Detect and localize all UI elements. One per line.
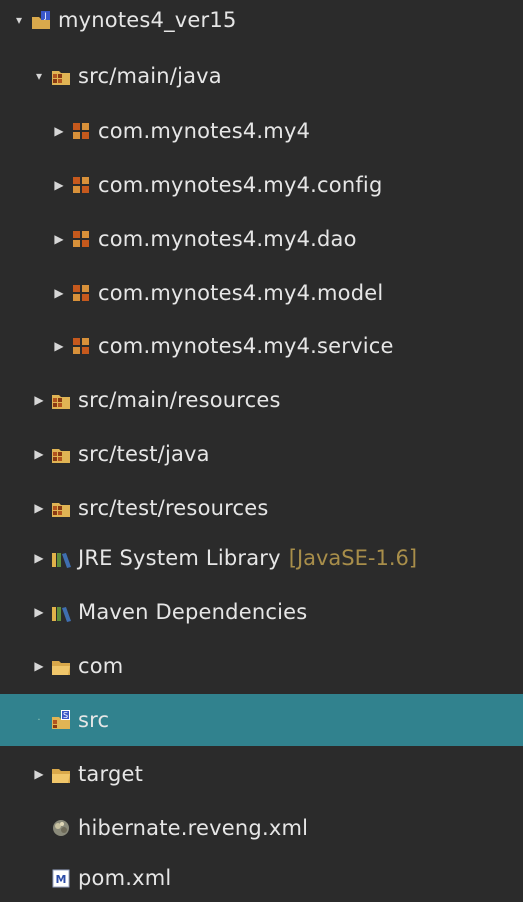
- tree-label: target: [78, 762, 144, 786]
- tree-row-pom-file[interactable]: M pom.xml: [0, 852, 523, 904]
- tree-row-com-folder[interactable]: ▶ com: [0, 640, 523, 692]
- svg-text:M: M: [56, 873, 67, 886]
- tree-label: com.mynotes4.my4.model: [98, 281, 384, 305]
- tree-label: pom.xml: [78, 866, 172, 890]
- tree-row-src-test-java[interactable]: ▶ src/test/java: [0, 428, 523, 480]
- package-icon: [73, 338, 89, 354]
- library-icon: [52, 553, 71, 568]
- source-folder-icon: [52, 71, 70, 85]
- tree-label: src: [78, 708, 110, 732]
- tree-row-src-main-resources[interactable]: ▶ src/main/resources: [0, 374, 523, 426]
- folder-icon: [52, 661, 70, 675]
- tree-label: com.mynotes4.my4.config: [98, 173, 383, 197]
- collapse-arrow-icon[interactable]: ▶: [52, 121, 66, 141]
- src-folder-icon: S: [52, 710, 70, 729]
- tree-label: Maven Dependencies: [78, 600, 308, 624]
- collapse-arrow-icon[interactable]: ▶: [52, 175, 66, 195]
- tree-row-src-main-java[interactable]: ▾ src/main/java: [0, 50, 523, 102]
- tree-row-maven-dependencies[interactable]: ▶ Maven Dependencies: [0, 586, 523, 638]
- leaf-dot-icon: ·: [37, 714, 41, 726]
- tree-row-project[interactable]: ▾ J mynotes4_ver15: [0, 0, 523, 42]
- collapse-arrow-icon[interactable]: ▶: [52, 229, 66, 249]
- package-icon: [73, 285, 89, 301]
- tree-row-src-folder[interactable]: · S src: [0, 694, 523, 746]
- collapse-arrow-icon[interactable]: ▶: [32, 602, 46, 622]
- expand-arrow-icon[interactable]: ▾: [12, 10, 26, 30]
- tree-row-package[interactable]: ▶ com.mynotes4.my4.service: [0, 320, 523, 372]
- tree-label: src/test/java: [78, 442, 210, 466]
- tree-label: JRE System Library: [78, 546, 281, 570]
- collapse-arrow-icon[interactable]: ▶: [32, 444, 46, 464]
- svg-text:S: S: [63, 711, 68, 720]
- empty-spacer: [32, 868, 46, 888]
- collapse-arrow-icon[interactable]: ▶: [52, 336, 66, 356]
- jre-version-decoration: [JavaSE-1.6]: [288, 546, 418, 570]
- tree-label: com.mynotes4.my4.dao: [98, 227, 357, 251]
- package-explorer-tree: ▾ J mynotes4_ver15 ▾ src/main/java ▶ com…: [0, 0, 523, 902]
- collapse-arrow-icon[interactable]: ▶: [32, 390, 46, 410]
- tree-label: hibernate.reveng.xml: [78, 816, 309, 840]
- expand-arrow-icon[interactable]: ▾: [32, 66, 46, 86]
- tree-row-src-test-resources[interactable]: ▶ src/test/resources: [0, 482, 523, 534]
- hibernate-file-icon: [53, 820, 69, 836]
- collapse-arrow-icon[interactable]: ▶: [32, 498, 46, 518]
- tree-row-hibernate-file[interactable]: hibernate.reveng.xml: [0, 802, 523, 854]
- package-icon: [73, 231, 89, 247]
- collapse-arrow-icon[interactable]: ▶: [52, 283, 66, 303]
- tree-label: com.mynotes4.my4.service: [98, 334, 394, 358]
- package-icon: [73, 177, 89, 193]
- package-icon: [73, 123, 89, 139]
- tree-row-jre-library[interactable]: ▶ JRE System Library [JavaSE-1.6]: [0, 532, 523, 584]
- tree-row-package[interactable]: ▶ com.mynotes4.my4: [0, 105, 523, 157]
- tree-label: com: [78, 654, 124, 678]
- source-folder-icon: [52, 449, 70, 463]
- tree-row-package[interactable]: ▶ com.mynotes4.my4.model: [0, 267, 523, 319]
- tree-label: src/main/java: [78, 64, 222, 88]
- empty-spacer: [32, 818, 46, 838]
- source-folder-icon: [52, 503, 70, 517]
- collapse-arrow-icon[interactable]: ▶: [32, 548, 46, 568]
- folder-icon: [52, 769, 70, 783]
- library-icon: [52, 607, 71, 622]
- tree-label: src/test/resources: [78, 496, 269, 520]
- collapse-arrow-icon[interactable]: ▶: [32, 764, 46, 784]
- tree-label: mynotes4_ver15: [58, 8, 237, 32]
- svg-text:J: J: [43, 12, 46, 21]
- tree-label: src/main/resources: [78, 388, 281, 412]
- tree-row-target-folder[interactable]: ▶ target: [0, 748, 523, 800]
- maven-pom-icon: M: [52, 869, 70, 888]
- tree-row-package[interactable]: ▶ com.mynotes4.my4.dao: [0, 213, 523, 265]
- source-folder-icon: [52, 395, 70, 409]
- tree-label: com.mynotes4.my4: [98, 119, 311, 143]
- maven-project-icon: J: [32, 11, 50, 29]
- collapse-arrow-icon[interactable]: ▶: [32, 656, 46, 676]
- tree-row-package[interactable]: ▶ com.mynotes4.my4.config: [0, 159, 523, 211]
